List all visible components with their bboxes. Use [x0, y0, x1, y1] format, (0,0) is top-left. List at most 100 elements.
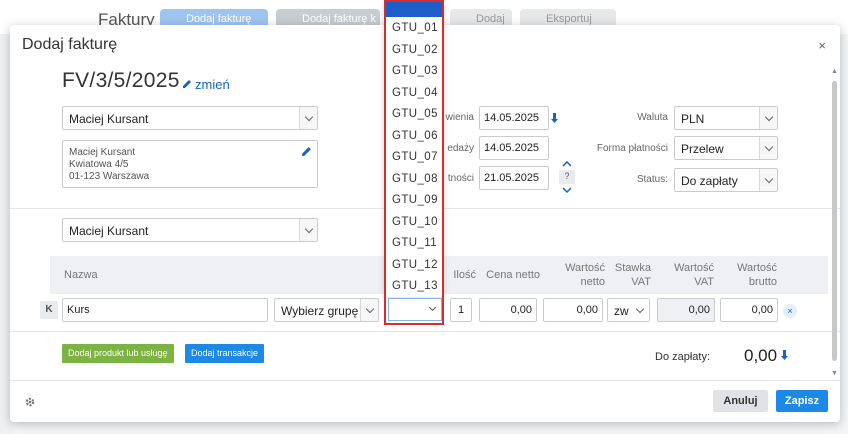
cancel-button[interactable]: Anuluj — [713, 390, 768, 412]
arrow-down-icon[interactable] — [550, 112, 560, 124]
buyer-select-value: Maciej Kursant — [69, 112, 149, 126]
add-transaction-button[interactable]: Dodaj transakcje — [185, 344, 265, 363]
gtu-dropdown-list: GTU_01 GTU_02 GTU_03 GTU_04 GTU_05 GTU_06 GTU_… — [384, 0, 444, 297]
chevron-down-icon — [759, 137, 777, 159]
col-qty: Ilość — [453, 269, 476, 281]
issue-date-input[interactable]: 14.05.2025 — [479, 106, 549, 130]
col-net-value-line1: Wartość — [565, 262, 605, 274]
col-vat-rate-line1: Stawka — [614, 262, 651, 274]
chevron-down-icon — [299, 219, 317, 241]
col-vat-rate-line2: VAT — [631, 276, 651, 288]
vat-value-input: 0,00 — [657, 298, 715, 322]
payment-days-stepper[interactable]: ? — [559, 161, 575, 193]
vat-rate-value: zw — [614, 304, 629, 318]
payment-form-value: Przelew — [681, 142, 724, 156]
col-vat-value-line1: Wartość — [674, 262, 714, 274]
currency-select[interactable]: PLN — [674, 106, 778, 130]
recipient-select-value: Maciej Kursant — [69, 224, 149, 238]
gtu-option[interactable]: GTU_09 — [392, 194, 438, 206]
col-vat-value-line2: VAT — [694, 276, 714, 288]
col-vat-value: Wartość VAT — [658, 261, 714, 289]
col-net-price: Cena netto — [486, 269, 540, 281]
group-select[interactable]: Wybierz grupę — [274, 298, 379, 322]
due-amount: 0,00 — [744, 346, 778, 365]
gtu-option[interactable]: GTU_10 — [392, 216, 438, 228]
issue-date-label: wienia — [445, 112, 474, 123]
col-gross-value: Wartość brutto — [720, 261, 777, 289]
gtu-option[interactable]: GTU_01 — [392, 22, 438, 34]
scroll-thumb[interactable] — [832, 81, 837, 361]
divider — [10, 331, 840, 332]
scroll-up-icon[interactable]: ▲ — [831, 68, 838, 75]
pencil-icon[interactable] — [301, 146, 312, 157]
gtu-option[interactable]: GTU_08 — [392, 173, 438, 185]
gtu-select[interactable] — [388, 298, 442, 321]
gross-value-input[interactable]: 0,00 — [720, 298, 778, 322]
status-label: Status: — [636, 174, 668, 185]
address-line: Kwiatowa 4/5 — [69, 159, 129, 170]
col-net-value-line2: netto — [580, 276, 605, 288]
modal-scrollbar[interactable]: ▲ ▼ — [830, 68, 838, 380]
gtu-option[interactable]: GTU_07 — [392, 151, 438, 163]
buyer-select[interactable]: Maciej Kursant — [62, 106, 318, 130]
gtu-option[interactable]: GTU_04 — [392, 87, 438, 99]
recipient-select[interactable]: Maciej Kursant — [62, 218, 318, 242]
remove-row-icon[interactable]: × — [783, 304, 797, 318]
save-button[interactable]: Zapisz — [776, 390, 828, 412]
gtu-option[interactable]: GTU_12 — [392, 259, 438, 271]
status-value: Do zapłaty — [681, 174, 738, 188]
change-link-label: zmień — [195, 77, 230, 92]
gear-icon[interactable] — [24, 396, 36, 408]
gtu-option[interactable]: GTU_05 — [392, 108, 438, 120]
invoice-number: FV/3/5/2025 — [62, 69, 180, 92]
gtu-option[interactable]: GTU_11 — [392, 237, 437, 249]
sale-date-input[interactable]: 14.05.2025 — [479, 136, 549, 160]
gtu-option[interactable]: GTU_13 — [392, 280, 438, 292]
gtu-option[interactable]: GTU_03 — [392, 65, 438, 77]
col-gross-value-line2: brutto — [748, 276, 777, 288]
sale-date-label: edaży — [447, 143, 474, 154]
modal-footer: Anuluj Zapisz — [10, 380, 840, 422]
due-label: Do zapłaty: — [655, 351, 711, 363]
close-icon[interactable]: × — [818, 38, 826, 53]
chevron-down-icon — [759, 107, 777, 129]
net-value-input[interactable]: 0,00 — [543, 298, 603, 322]
scroll-down-icon[interactable]: ▼ — [831, 370, 838, 377]
address-line: 01-123 Warszawa — [69, 171, 150, 182]
chevron-down-icon — [360, 299, 378, 321]
currency-value: PLN — [681, 112, 705, 126]
vat-rate-select[interactable]: zw — [607, 298, 650, 322]
col-name: Nazwa — [64, 269, 98, 281]
gtu-option[interactable]: GTU_06 — [392, 130, 438, 142]
gtu-option[interactable]: GTU_02 — [392, 44, 438, 56]
item-name-input[interactable]: Kurs — [62, 298, 268, 322]
payment-form-select[interactable]: Przelew — [674, 136, 778, 160]
chevron-down-icon — [759, 169, 777, 191]
due-value: 0,00 — [744, 346, 790, 366]
help-label: ? — [559, 170, 575, 184]
buyer-address: Maciej Kursant Kwiatowa 4/5 01-123 Warsz… — [62, 140, 318, 188]
change-number-link[interactable]: zmień — [182, 77, 230, 92]
net-price-input[interactable]: 0,00 — [479, 298, 537, 322]
chevron-up-icon[interactable] — [562, 161, 572, 167]
col-net-value: Wartość netto — [550, 261, 605, 289]
payment-date-label: tności — [447, 173, 474, 184]
col-vat-rate: Stawka VAT — [608, 261, 651, 289]
item-type-badge[interactable]: K — [40, 301, 58, 319]
add-product-button[interactable]: Dodaj produkt lub usługę — [62, 344, 174, 363]
chevron-down-icon — [299, 107, 317, 129]
col-gross-value-line1: Wartość — [737, 262, 777, 274]
gtu-option-empty[interactable] — [386, 2, 442, 17]
arrow-down-icon[interactable] — [780, 349, 790, 361]
currency-label: Waluta — [637, 112, 668, 123]
group-select-value: Wybierz grupę — [281, 304, 359, 318]
qty-input[interactable]: 1 — [450, 298, 472, 322]
chevron-down-icon[interactable] — [562, 187, 572, 193]
address-line: Maciej Kursant — [69, 147, 136, 158]
pencil-icon — [183, 80, 191, 88]
status-select[interactable]: Do zapłaty — [674, 168, 778, 192]
payment-form-label: Forma płatności — [596, 143, 668, 154]
payment-date-input[interactable]: 21.05.2025 — [479, 166, 549, 190]
chevron-down-icon — [631, 299, 649, 321]
modal-title: Dodaj fakturę — [22, 36, 118, 53]
